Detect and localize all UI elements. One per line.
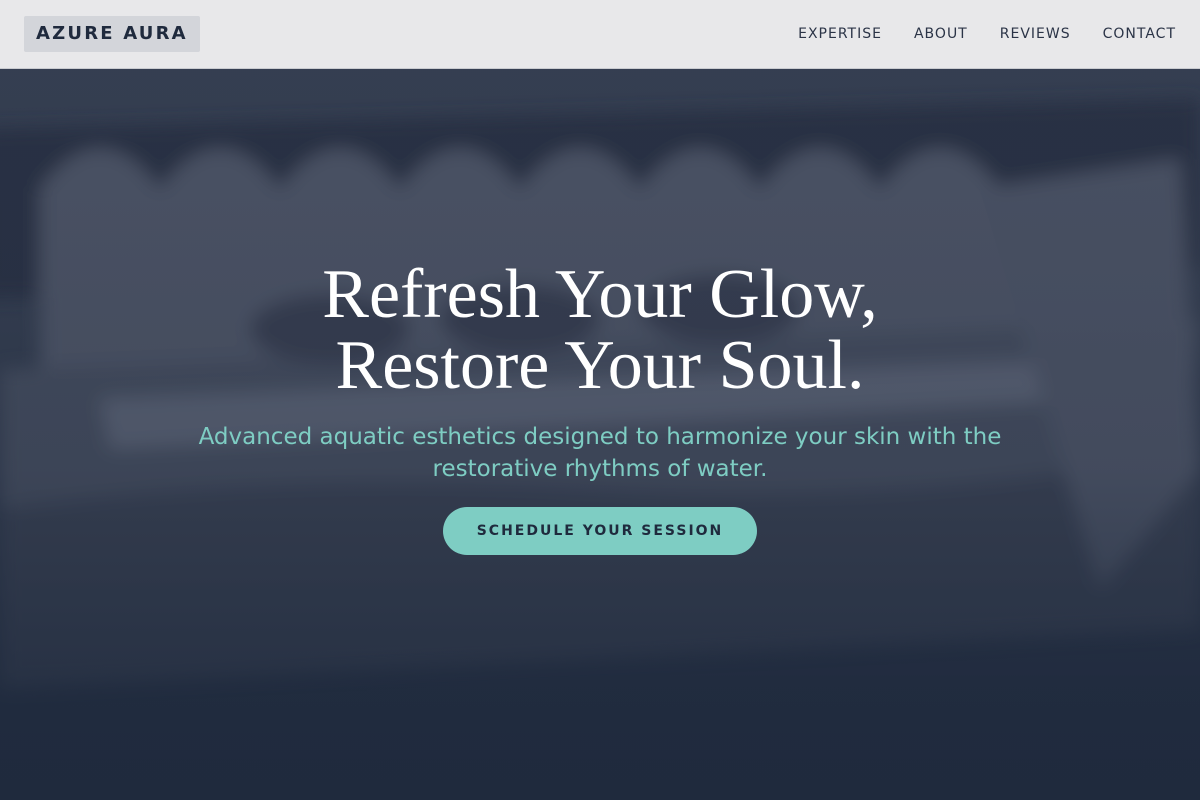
schedule-session-button[interactable]: SCHEDULE YOUR SESSION [443, 507, 757, 555]
nav-link-about[interactable]: ABOUT [914, 26, 968, 42]
hero-section: Refresh Your Glow, Restore Your Soul. Ad… [0, 69, 1200, 800]
brand-logo[interactable]: AZURE AURA [24, 16, 200, 52]
hero-title: Refresh Your Glow, Restore Your Soul. [0, 259, 1200, 401]
hero-content: Refresh Your Glow, Restore Your Soul. Ad… [0, 259, 1200, 555]
nav-link-expertise[interactable]: EXPERTISE [798, 26, 882, 42]
nav-link-reviews[interactable]: REVIEWS [1000, 26, 1071, 42]
site-header: AZURE AURA EXPERTISE ABOUT REVIEWS CONTA… [0, 0, 1200, 69]
hero-title-line-2: Restore Your Soul. [335, 327, 865, 404]
hero-subtitle: Advanced aquatic esthetics designed to h… [198, 424, 1002, 482]
nav-link-contact[interactable]: CONTACT [1103, 26, 1176, 42]
main-nav: EXPERTISE ABOUT REVIEWS CONTACT [798, 0, 1176, 68]
hero-title-line-1: Refresh Your Glow, [322, 256, 878, 333]
